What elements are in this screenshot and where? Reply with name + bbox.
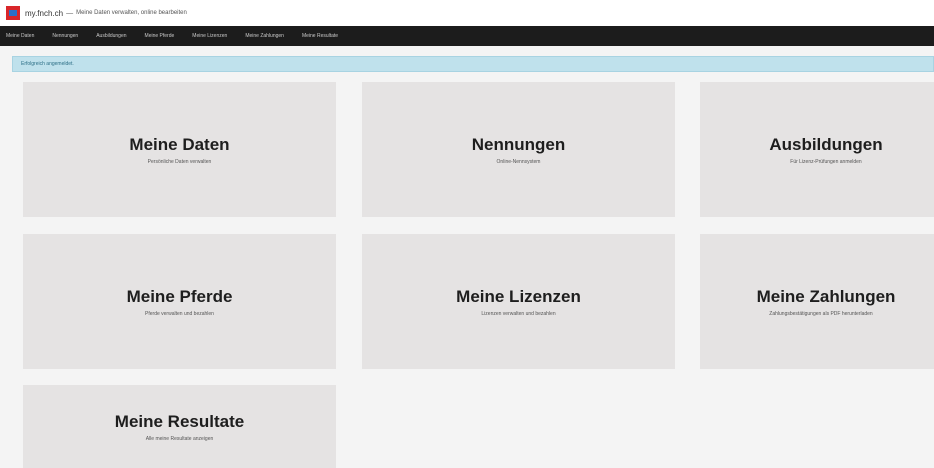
- tile-description: Pferde verwalten und bezahlen: [145, 310, 214, 317]
- title-separator: —: [66, 9, 74, 17]
- tile-description: Online-Nennsystem: [496, 158, 541, 165]
- tile-description: Alle meine Resultate anzeigen: [145, 435, 214, 442]
- tile-meine-zahlungen[interactable]: Meine Zahlungen Zahlungsbestätigungen al…: [700, 234, 934, 369]
- nav-item-meine-zahlungen[interactable]: Meine Zahlungen: [245, 33, 284, 39]
- fnch-logo-icon[interactable]: [6, 6, 20, 20]
- tile-meine-resultate[interactable]: Meine Resultate Alle meine Resultate anz…: [23, 385, 336, 468]
- success-alert: Erfolgreich angemeldet.: [12, 56, 934, 72]
- nav-item-nennungen[interactable]: Nennungen: [52, 33, 78, 39]
- tile-title: Meine Zahlungen: [756, 286, 896, 306]
- site-header: my.fnch.ch — Meine Daten verwalten, onli…: [0, 0, 934, 26]
- site-name[interactable]: my.fnch.ch: [25, 9, 63, 18]
- tile-description: Lizenzen verwalten und bezahlen: [481, 310, 556, 317]
- nav-item-ausbildungen[interactable]: Ausbildungen: [96, 33, 126, 39]
- tile-description: Zahlungsbestätigungen als PDF herunterla…: [769, 310, 873, 317]
- nav-item-meine-lizenzen[interactable]: Meine Lizenzen: [192, 33, 227, 39]
- site-subtitle: Meine Daten verwalten, online bearbeiten: [76, 10, 187, 16]
- tile-meine-lizenzen[interactable]: Meine Lizenzen Lizenzen verwalten und be…: [362, 234, 675, 369]
- tile-description: Persönliche Daten verwalten: [147, 158, 212, 165]
- nav-item-meine-pferde[interactable]: Meine Pferde: [145, 33, 175, 39]
- tile-description: Für Lizenz-Prüfungen anmelden: [790, 158, 862, 165]
- tile-title: Meine Daten: [129, 134, 230, 154]
- main-navbar: Meine Daten Nennungen Ausbildungen Meine…: [0, 26, 934, 46]
- nav-item-meine-daten[interactable]: Meine Daten: [6, 33, 34, 39]
- tile-nennungen[interactable]: Nennungen Online-Nennsystem: [362, 82, 675, 217]
- tile-ausbildungen[interactable]: Ausbildungen Für Lizenz-Prüfungen anmeld…: [700, 82, 934, 217]
- tile-title: Ausbildungen: [769, 134, 883, 154]
- tile-title: Nennungen: [471, 134, 566, 154]
- tile-title: Meine Pferde: [126, 286, 233, 306]
- tile-title: Meine Resultate: [114, 411, 245, 431]
- tile-meine-daten[interactable]: Meine Daten Persönliche Daten verwalten: [23, 82, 336, 217]
- nav-item-meine-resultate[interactable]: Meine Resultate: [302, 33, 338, 39]
- alert-text: Erfolgreich angemeldet.: [21, 61, 74, 67]
- tile-meine-pferde[interactable]: Meine Pferde Pferde verwalten und bezahl…: [23, 234, 336, 369]
- tile-title: Meine Lizenzen: [456, 286, 581, 306]
